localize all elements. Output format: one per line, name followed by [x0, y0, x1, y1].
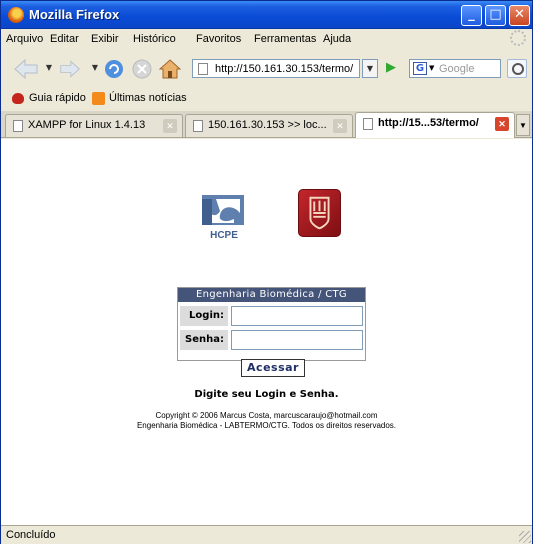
- maximize-button[interactable]: □: [485, 5, 506, 26]
- menu-historico[interactable]: Histórico: [133, 33, 176, 45]
- forward-arrow-icon[interactable]: [59, 58, 81, 80]
- menu-arquivo[interactable]: Arquivo: [6, 33, 43, 45]
- menu-bar: Arquivo Editar Exibir Histórico Favorito…: [1, 29, 532, 49]
- login-input[interactable]: [231, 306, 363, 326]
- search-button-magnifier-icon[interactable]: [507, 59, 527, 78]
- tab-label: XAMPP for Linux 1.4.13: [28, 119, 146, 131]
- ufpe-crest-logo: [298, 189, 341, 237]
- tab-termo[interactable]: http://15...53/termo/ ✕: [355, 112, 515, 138]
- hcpe-logo: HCPE: [202, 195, 244, 241]
- window-title: Mozilla Firefox: [29, 7, 120, 22]
- stop-icon[interactable]: [131, 58, 153, 80]
- login-prompt: Digite seu Login e Senha.: [194, 389, 339, 400]
- back-history-chevron-icon[interactable]: ▼: [41, 59, 57, 78]
- resize-grip-icon[interactable]: [519, 531, 531, 543]
- tab-list-chevron-icon[interactable]: ▼: [516, 114, 530, 136]
- tab-label: 150.161.30.153 >> loc...: [208, 119, 327, 131]
- search-engine-chevron-icon[interactable]: ▼: [429, 64, 434, 72]
- copyright-line-2: Engenharia Biomédica - LABTERMO/CTG. Tod…: [136, 421, 397, 430]
- menu-favoritos[interactable]: Favoritos: [196, 33, 241, 45]
- getting-started-icon: [12, 93, 24, 104]
- tab-label: http://15...53/termo/: [378, 117, 479, 129]
- page-icon: [363, 118, 373, 130]
- throbber-icon: [510, 30, 526, 46]
- browser-window: Mozilla Firefox _ □ ✕ Arquivo Editar Exi…: [0, 0, 533, 544]
- page-icon: [193, 120, 203, 132]
- back-arrow-icon[interactable]: [13, 58, 39, 80]
- navigation-toolbar: ▼ ▼ http://150.161.30.153/termo/ ▼ ▶ G ▼…: [1, 49, 532, 87]
- password-row: Senha:: [180, 330, 363, 352]
- close-button[interactable]: ✕: [509, 5, 530, 26]
- tab-localhost[interactable]: 150.161.30.153 >> loc... ✕: [185, 114, 353, 137]
- search-box[interactable]: G ▼ Google: [409, 59, 501, 78]
- tab-bar: XAMPP for Linux 1.4.13 ✕ 150.161.30.153 …: [1, 111, 532, 138]
- crest-icon: [309, 196, 330, 230]
- page-icon: [13, 120, 23, 132]
- menu-editar[interactable]: Editar: [50, 33, 79, 45]
- copyright-line-1: Copyright © 2006 Marcus Costa, marcuscar…: [155, 411, 378, 420]
- reload-icon[interactable]: [103, 58, 125, 80]
- login-row: Login:: [180, 306, 363, 328]
- menu-exibir[interactable]: Exibir: [91, 33, 119, 45]
- login-label: Login:: [180, 306, 228, 326]
- password-label: Senha:: [180, 330, 228, 350]
- menu-ferramentas[interactable]: Ferramentas: [254, 33, 316, 45]
- tab-close-icon[interactable]: ✕: [333, 119, 347, 133]
- forward-history-chevron-icon[interactable]: ▼: [87, 59, 103, 78]
- page-content: HCPE Engenharia Biomédica / CTG Login: S…: [1, 139, 532, 525]
- page-icon: [198, 63, 208, 75]
- home-icon[interactable]: [159, 58, 181, 80]
- url-bar[interactable]: http://150.161.30.153/termo/: [192, 59, 360, 78]
- rss-icon: [92, 92, 105, 105]
- bookmarks-toolbar: Guia rápido Últimas notícias: [1, 87, 532, 111]
- go-arrow-icon[interactable]: ▶: [386, 60, 400, 76]
- firefox-icon: [8, 7, 24, 23]
- bookmark-ultimas-noticias[interactable]: Últimas notícias: [109, 92, 187, 104]
- form-title: Engenharia Biomédica / CTG: [178, 288, 365, 302]
- url-dropdown-chevron-icon[interactable]: ▼: [362, 59, 378, 78]
- login-form: Engenharia Biomédica / CTG Login: Senha:: [177, 287, 366, 361]
- url-text: http://150.161.30.153/termo/: [215, 63, 354, 75]
- minimize-button[interactable]: _: [461, 5, 482, 26]
- menu-ajuda[interactable]: Ajuda: [323, 33, 351, 45]
- title-bar[interactable]: Mozilla Firefox _ □ ✕: [1, 1, 532, 29]
- status-bar: Concluído: [1, 525, 532, 544]
- tab-close-icon[interactable]: ✕: [495, 117, 509, 131]
- acessar-button[interactable]: Acessar: [241, 359, 305, 377]
- search-placeholder: Google: [439, 63, 475, 75]
- bookmark-guia-rapido[interactable]: Guia rápido: [29, 92, 86, 104]
- tab-close-icon[interactable]: ✕: [163, 119, 177, 133]
- hcpe-logo-text: HCPE: [210, 230, 238, 241]
- copyright-notice: Copyright © 2006 Marcus Costa, marcuscar…: [1, 411, 532, 431]
- google-icon[interactable]: G: [413, 62, 427, 75]
- status-text: Concluído: [6, 529, 56, 541]
- tab-xampp[interactable]: XAMPP for Linux 1.4.13 ✕: [5, 114, 183, 137]
- password-input[interactable]: [231, 330, 363, 350]
